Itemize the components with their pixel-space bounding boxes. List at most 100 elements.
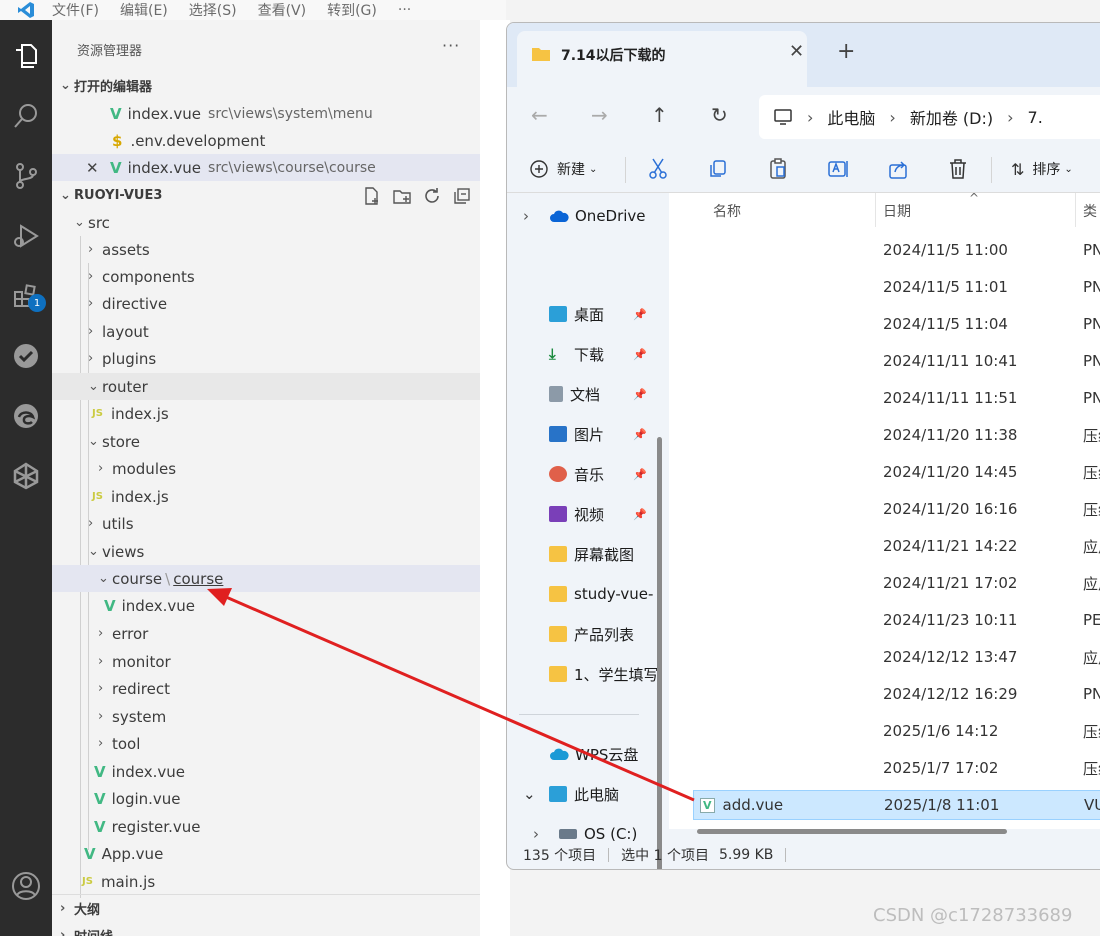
tree-file-router-index[interactable]: JS index.js [52, 400, 480, 427]
tree-folder-components[interactable]: › components [52, 263, 480, 290]
copy-icon[interactable] [707, 155, 729, 183]
share-icon[interactable] [887, 155, 909, 183]
breadcrumb-thispc[interactable]: 此电脑 [827, 105, 875, 129]
nav-videos[interactable]: 视频 📌 [507, 499, 665, 529]
tree-folder-directive[interactable]: › directive [52, 290, 480, 317]
menu-go[interactable]: 转到(G) [327, 0, 377, 20]
tree-folder-plugins[interactable]: › plugins [52, 345, 480, 372]
pin-icon[interactable]: 📌 [633, 308, 647, 321]
tree-file-store-index[interactable]: JS index.js [52, 483, 480, 510]
back-icon[interactable]: ← [531, 103, 548, 127]
rename-icon[interactable] [827, 155, 851, 183]
file-row[interactable]: 2024/12/12 13:47应用 [693, 642, 1100, 672]
up-icon[interactable]: ↑ [651, 103, 668, 127]
tree-folder-redirect[interactable]: › redirect [52, 675, 480, 702]
pin-icon[interactable]: 📌 [633, 508, 647, 521]
file-row[interactable]: 2024/11/20 14:45压缩 [693, 457, 1100, 487]
new-tab-icon[interactable]: + [837, 39, 855, 64]
pin-icon[interactable]: 📌 [633, 428, 647, 441]
tree-file-register[interactable]: Vregister.vue [52, 813, 480, 840]
address-bar[interactable]: › 此电脑 › 新加卷 (D:) › 7. [759, 95, 1100, 139]
paste-icon[interactable] [767, 155, 789, 183]
nav-screenshots[interactable]: 屏幕截图 [507, 539, 665, 569]
pin-icon[interactable]: 📌 [633, 388, 647, 401]
open-editor-item[interactable]: $ .env.development [52, 127, 480, 154]
tree-folder-system[interactable]: › system [52, 703, 480, 730]
file-row[interactable]: 2024/11/11 10:41PN [693, 346, 1100, 376]
file-list-scrollbar[interactable] [697, 829, 1007, 834]
tree-folder-store[interactable]: ⌄ store [52, 428, 480, 455]
column-date[interactable]: 日期 [883, 201, 911, 221]
close-icon[interactable]: ✕ [86, 159, 110, 177]
menu-more[interactable]: ··· [398, 2, 411, 18]
nav-downloads[interactable]: ⤓ 下载 📌 [507, 339, 665, 369]
outline-header[interactable]: › 大纲 [52, 895, 480, 922]
tree-file-main[interactable]: JS main.js [52, 868, 480, 895]
new-folder-icon[interactable] [392, 186, 412, 206]
nav-products[interactable]: 产品列表 [507, 619, 665, 649]
breadcrumb-folder[interactable]: 7. [1028, 108, 1043, 127]
tree-folder-assets[interactable]: › assets [52, 236, 480, 263]
new-file-icon[interactable] [362, 186, 382, 206]
refresh-icon[interactable]: ↻ [711, 103, 728, 127]
timeline-header[interactable]: ›时间线 [52, 922, 480, 936]
tree-file-login[interactable]: Vlogin.vue [52, 785, 480, 812]
nav-student[interactable]: 1、学生填写 [507, 659, 665, 689]
source-control-icon[interactable] [6, 156, 46, 196]
menu-file[interactable]: 文件(F) [52, 0, 99, 20]
file-row[interactable]: 2024/11/21 14:22应用 [693, 531, 1100, 561]
file-row[interactable]: 2024/11/20 16:16压缩 [693, 494, 1100, 524]
menu-edit[interactable]: 编辑(E) [120, 0, 168, 20]
pin-icon[interactable]: 📌 [633, 468, 647, 481]
file-row[interactable]: 2024/11/11 11:51PN [693, 383, 1100, 413]
sidebar-more-button[interactable]: ··· [442, 36, 460, 55]
nav-desktop[interactable]: 桌面 📌 [507, 299, 665, 329]
tree-folder-modules[interactable]: › modules [52, 455, 480, 482]
tree-folder-views[interactable]: ⌄ views [52, 538, 480, 565]
file-row[interactable]: 2025/1/7 17:02压缩 [693, 753, 1100, 783]
breadcrumb-drive[interactable]: 新加卷 (D:) [910, 105, 993, 129]
explorer-tab[interactable]: 7.14以后下载的 ✕ [517, 31, 807, 87]
file-row[interactable]: 2024/12/12 16:29PN [693, 679, 1100, 709]
tree-file-course-index[interactable]: Vindex.vue [52, 592, 480, 619]
cut-icon[interactable] [647, 155, 669, 183]
nav-pictures[interactable]: 图片 📌 [507, 419, 665, 449]
tree-folder-router[interactable]: ⌄ router [52, 373, 480, 400]
tree-file-app[interactable]: V App.vue [52, 840, 480, 867]
sort-button[interactable]: ⇅ 排序 ⌄ [1011, 155, 1073, 183]
file-row[interactable]: 2024/11/21 17:02应用 [693, 568, 1100, 598]
menu-selection[interactable]: 选择(S) [189, 0, 237, 20]
open-editor-item-active[interactable]: ✕ V index.vue src\views\course\course [52, 154, 480, 181]
nav-documents[interactable]: 文档 📌 [507, 379, 665, 409]
tree-folder-tool[interactable]: › tool [52, 730, 480, 757]
forward-icon[interactable]: → [591, 103, 608, 127]
tree-file-views-index[interactable]: Vindex.vue [52, 758, 480, 785]
edge-icon[interactable] [6, 396, 46, 436]
tree-folder-src[interactable]: ⌄ src [52, 209, 480, 236]
nav-onedrive[interactable]: › OneDrive [507, 201, 665, 231]
refresh-icon[interactable] [422, 186, 442, 206]
column-type[interactable]: 类 [1083, 201, 1097, 221]
file-row[interactable]: 2025/1/6 14:12压缩 [693, 716, 1100, 746]
tree-folder-layout[interactable]: › layout [52, 318, 480, 345]
column-name[interactable]: 名称 [713, 201, 741, 221]
open-editor-item[interactable]: V index.vue src\views\system\menu [52, 100, 480, 127]
ai-assistant-icon[interactable] [6, 456, 46, 496]
testing-icon[interactable] [6, 336, 46, 376]
tree-folder-monitor[interactable]: › monitor [52, 648, 480, 675]
open-editors-header[interactable]: ⌄ 打开的编辑器 [52, 72, 480, 99]
extensions-icon[interactable]: 1 [6, 276, 46, 316]
file-row[interactable]: 2024/11/20 11:38压缩 [693, 420, 1100, 450]
nav-scrollbar[interactable] [657, 437, 662, 869]
nav-music[interactable]: 音乐 📌 [507, 459, 665, 489]
account-icon[interactable] [6, 866, 46, 906]
nav-thispc[interactable]: ⌄ 此电脑 [507, 779, 665, 809]
nav-study[interactable]: study-vue- [507, 579, 665, 609]
file-row[interactable]: 2024/11/5 11:00PN [693, 235, 1100, 265]
file-row[interactable]: 2024/11/5 11:01PN [693, 272, 1100, 302]
collapse-all-icon[interactable] [452, 186, 472, 206]
delete-icon[interactable] [947, 155, 969, 183]
run-debug-icon[interactable] [6, 216, 46, 256]
explorer-icon[interactable] [6, 36, 46, 76]
project-header[interactable]: ⌄ RUOYI-VUE3 [52, 182, 480, 209]
